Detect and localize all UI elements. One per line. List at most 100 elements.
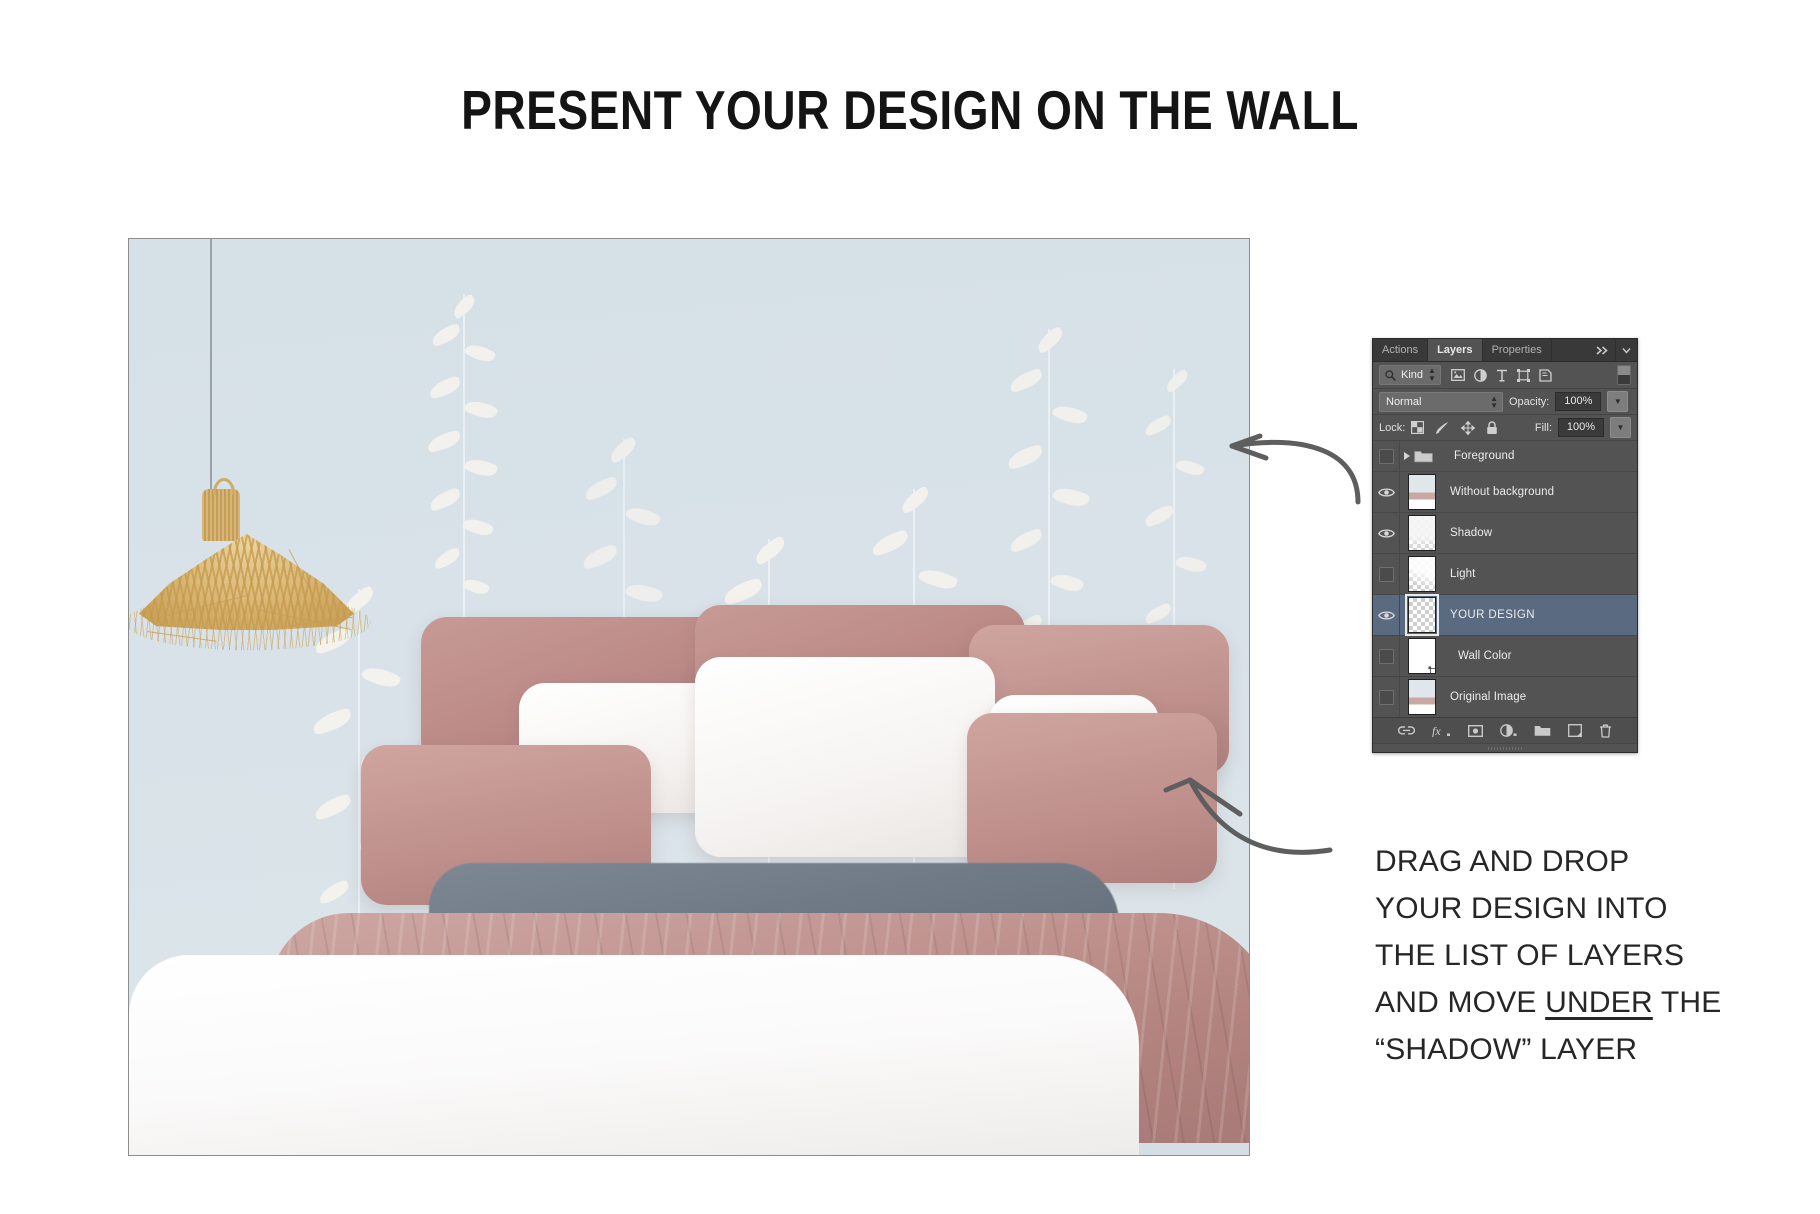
instruction-text: DRAG AND DROP YOUR DESIGN INTO THE LIST … xyxy=(1375,838,1795,1073)
eye-hidden-icon[interactable] xyxy=(1378,648,1394,664)
layer-thumbnail-cell[interactable] xyxy=(1400,515,1444,551)
layer-row-shadow[interactable]: Shadow xyxy=(1373,513,1637,554)
fill-chevron-down-icon[interactable]: ▼ xyxy=(1610,417,1631,438)
eye-visible-icon[interactable] xyxy=(1377,487,1395,498)
lock-image-pixels-icon[interactable] xyxy=(1435,421,1450,435)
panel-menu-icon[interactable] xyxy=(1615,339,1637,361)
layer-thumbnail xyxy=(1408,556,1436,592)
instruction-line-4-post: THE xyxy=(1652,986,1722,1019)
visibility-toggle[interactable] xyxy=(1373,554,1400,594)
layer-row-original-image[interactable]: Original Image xyxy=(1373,677,1637,717)
white-duvet xyxy=(129,955,1139,1155)
layer-style-fx-icon[interactable]: fx xyxy=(1432,724,1451,737)
layer-name: Foreground xyxy=(1454,450,1515,462)
opacity-chevron-down-icon[interactable]: ▼ xyxy=(1607,391,1629,412)
layer-mask-icon[interactable] xyxy=(1468,724,1483,737)
layers-panel-footer[interactable]: fx xyxy=(1373,717,1637,743)
bed-group xyxy=(129,595,1249,1155)
lock-all-icon[interactable] xyxy=(1486,420,1498,435)
eye-hidden-icon[interactable] xyxy=(1378,566,1394,582)
tab-actions[interactable]: Actions xyxy=(1373,339,1429,361)
lamp-cord xyxy=(210,239,212,499)
filter-kind-label: Kind xyxy=(1401,369,1424,381)
new-layer-icon[interactable] xyxy=(1568,724,1582,737)
layer-thumbnail-cell[interactable] xyxy=(1400,474,1444,510)
eye-hidden-icon[interactable] xyxy=(1378,448,1394,464)
pixel-layer-filter-icon[interactable] xyxy=(1451,369,1465,381)
pillow-rose-front-right xyxy=(967,713,1217,883)
eye-visible-icon[interactable] xyxy=(1377,610,1395,621)
link-layers-icon[interactable] xyxy=(1398,725,1415,736)
adjustment-layer-filter-icon[interactable] xyxy=(1474,368,1487,382)
layer-name: Shadow xyxy=(1450,527,1493,539)
layer-filter-row[interactable]: Kind ▲ ▼ xyxy=(1373,362,1637,389)
layer-thumbnail xyxy=(1408,679,1436,715)
search-icon xyxy=(1385,369,1396,381)
vector-mask-icon xyxy=(1428,666,1435,673)
new-group-icon[interactable] xyxy=(1534,724,1551,737)
layer-thumbnail-cell[interactable] xyxy=(1400,556,1444,592)
panel-tab-bar[interactable]: Actions Layers Properties xyxy=(1373,339,1637,362)
delete-layer-icon[interactable] xyxy=(1599,724,1612,738)
opacity-label: Opacity: xyxy=(1509,395,1550,408)
layer-row-light[interactable]: Light xyxy=(1373,554,1637,595)
instruction-line-4-pre: AND MOVE xyxy=(1375,986,1546,1019)
instruction-line-5: “SHADOW” LAYER xyxy=(1375,1033,1638,1066)
layer-row-wall-color[interactable]: Wall Color xyxy=(1373,636,1637,677)
layer-name: Original Image xyxy=(1450,691,1527,703)
layer-row-your-design[interactable]: YOUR DESIGN xyxy=(1373,594,1637,636)
fill-value[interactable]: 100% xyxy=(1558,418,1604,437)
layer-name: Without background xyxy=(1450,486,1555,498)
double-chevron-right-icon[interactable] xyxy=(1590,339,1615,361)
lock-row[interactable]: Lock: Fill: 100% ▼ xyxy=(1373,415,1637,441)
panel-resize-grip[interactable] xyxy=(1373,743,1637,752)
layer-name: Light xyxy=(1450,568,1476,580)
tab-spacer xyxy=(1551,339,1590,361)
lock-label: Lock: xyxy=(1379,421,1406,434)
visibility-toggle[interactable] xyxy=(1373,472,1400,512)
layer-thumbnail xyxy=(1408,638,1436,674)
lock-icons[interactable] xyxy=(1411,420,1498,435)
tab-properties[interactable]: Properties xyxy=(1482,339,1552,361)
updown-spinner-icon[interactable]: ▲ ▼ xyxy=(1490,394,1498,409)
visibility-toggle[interactable] xyxy=(1373,677,1400,717)
instruction-line-4: AND MOVE UNDER THE xyxy=(1375,979,1795,1026)
layer-thumbnail-cell[interactable] xyxy=(1400,638,1444,674)
lock-position-icon[interactable] xyxy=(1461,420,1476,435)
eye-visible-icon[interactable] xyxy=(1377,528,1395,539)
page-title: PRESENT YOUR DESIGN ON THE WALL xyxy=(461,79,1359,141)
filter-type-icons[interactable] xyxy=(1451,368,1552,382)
visibility-toggle[interactable] xyxy=(1373,513,1400,553)
photoshop-layers-panel[interactable]: Actions Layers Properties Kind ▲ ▼ Normal xyxy=(1372,338,1638,753)
visibility-toggle[interactable] xyxy=(1373,441,1400,471)
group-folder-cell[interactable] xyxy=(1400,449,1448,463)
folder-icon xyxy=(1414,451,1433,463)
opacity-value[interactable]: 100% xyxy=(1555,392,1602,411)
instruction-emphasis-under: UNDER xyxy=(1545,986,1653,1019)
layers-list[interactable]: Foreground Without background Shadow Lig… xyxy=(1373,441,1637,717)
blend-mode-select[interactable]: Normal ▲ ▼ xyxy=(1379,391,1503,412)
tab-layers[interactable]: Layers xyxy=(1428,339,1483,361)
shape-layer-filter-icon[interactable] xyxy=(1516,368,1530,382)
blend-mode-row[interactable]: Normal ▲ ▼ Opacity: 100% ▼ xyxy=(1373,389,1637,415)
instruction-line-3: THE LIST OF LAYERS xyxy=(1375,939,1685,972)
instruction-line-1: DRAG AND DROP xyxy=(1375,845,1630,878)
filter-enable-toggle-icon[interactable] xyxy=(1617,365,1631,385)
updown-spinner-icon[interactable]: ▲ ▼ xyxy=(1428,367,1436,383)
layer-thumbnail-cell[interactable] xyxy=(1400,679,1444,715)
svg-text:fx: fx xyxy=(1432,724,1441,737)
visibility-toggle[interactable] xyxy=(1373,636,1400,676)
type-layer-filter-icon[interactable] xyxy=(1496,369,1508,382)
adjustment-layer-icon[interactable] xyxy=(1500,724,1517,737)
layer-thumbnail-cell[interactable] xyxy=(1400,594,1444,636)
layer-row-without-background[interactable]: Without background xyxy=(1373,472,1637,513)
eye-hidden-icon[interactable] xyxy=(1378,689,1394,705)
smart-object-filter-icon[interactable] xyxy=(1539,368,1552,382)
layer-thumbnail xyxy=(1405,594,1439,636)
filter-kind-select[interactable]: Kind ▲ ▼ xyxy=(1379,365,1441,385)
visibility-toggle[interactable] xyxy=(1373,595,1400,635)
lock-transparent-pixels-icon[interactable] xyxy=(1411,421,1425,434)
layer-row-foreground[interactable]: Foreground xyxy=(1373,441,1637,472)
expand-triangle-icon[interactable] xyxy=(1404,452,1410,460)
blend-mode-value: Normal xyxy=(1386,395,1422,408)
